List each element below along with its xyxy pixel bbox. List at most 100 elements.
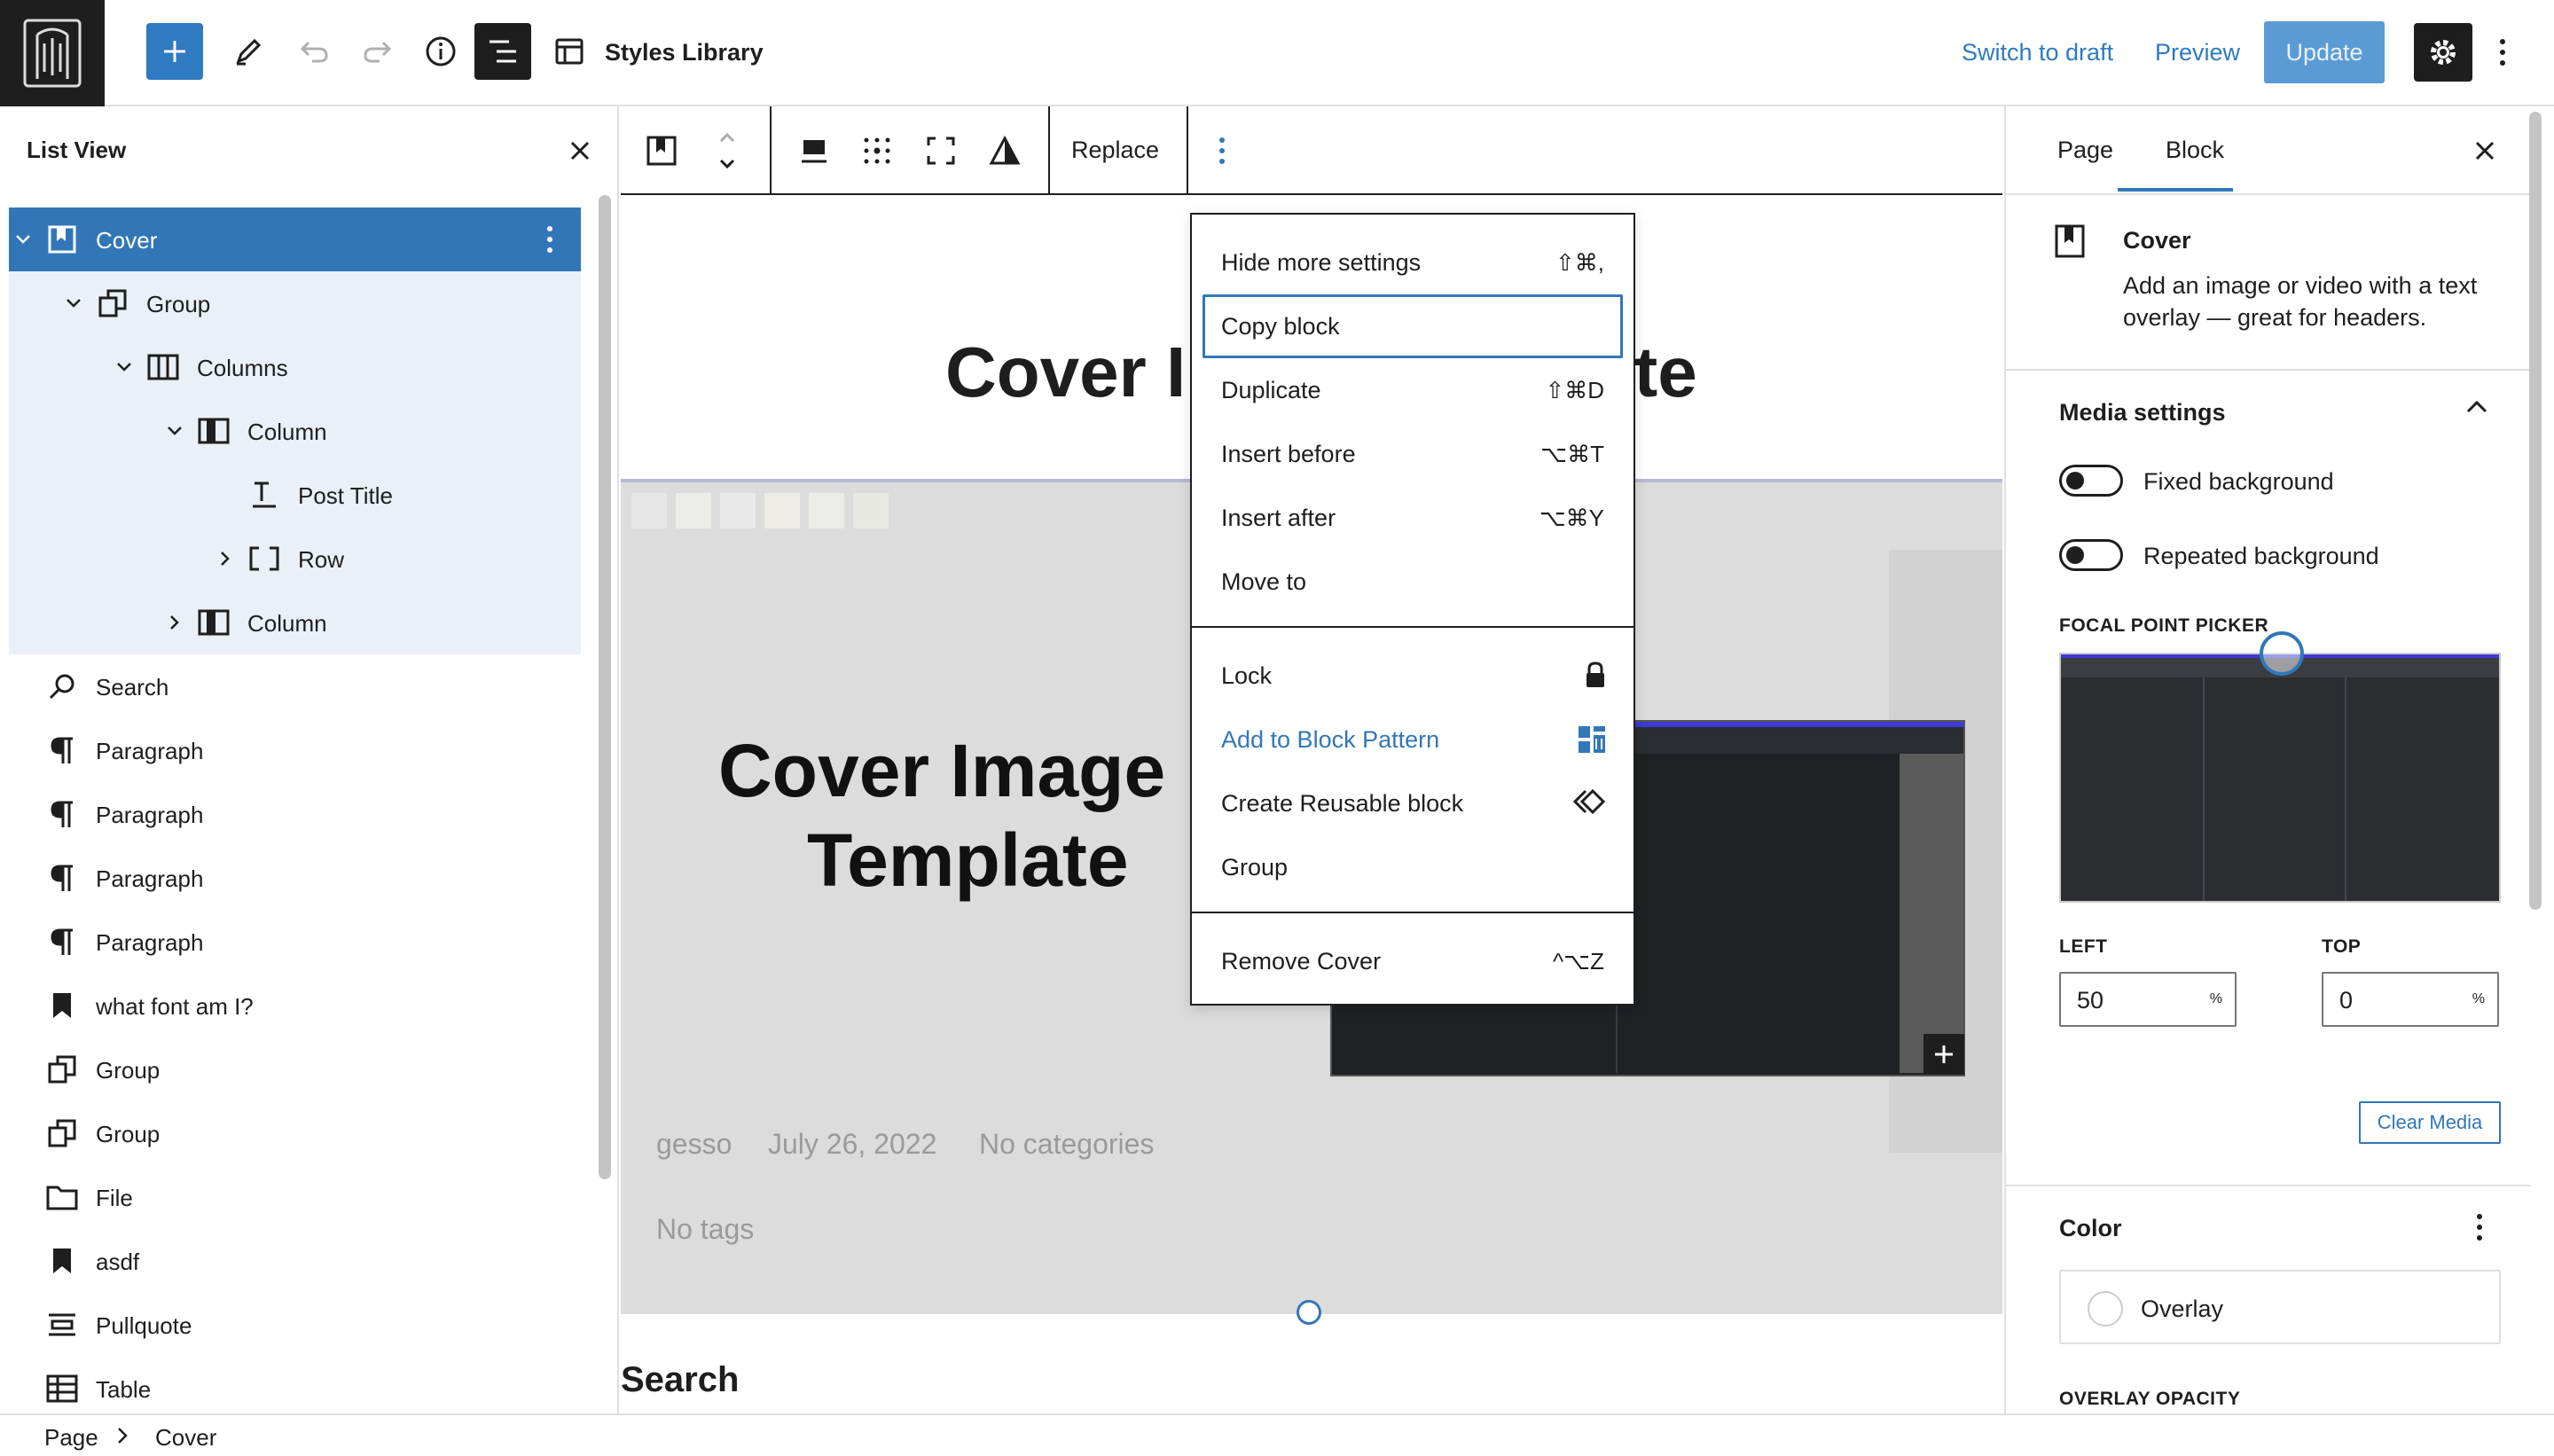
- list-view-item-paragraph[interactable]: Paragraph: [9, 846, 581, 910]
- site-logo[interactable]: [0, 0, 105, 106]
- post-date[interactable]: July 26, 2022: [768, 1128, 936, 1161]
- post-categories[interactable]: No categories: [979, 1128, 1154, 1161]
- fixed-background-toggle[interactable]: [2059, 465, 2123, 497]
- focal-top-input[interactable]: 0 %: [2322, 972, 2499, 1027]
- tab-page[interactable]: Page: [2057, 137, 2113, 164]
- document-title[interactable]: Styles Library: [605, 39, 764, 67]
- clear-media-button[interactable]: Clear Media: [2359, 1101, 2501, 1144]
- update-button[interactable]: Update: [2264, 21, 2385, 83]
- search-block-heading[interactable]: Search: [621, 1360, 739, 1400]
- menu-item-duplicate[interactable]: Duplicate ⇧⌘D: [1192, 358, 1633, 422]
- list-view-item-cover[interactable]: Cover: [9, 207, 581, 271]
- list-view-item-asdf[interactable]: asdf: [9, 1229, 581, 1293]
- block-options-button[interactable]: [1199, 128, 1245, 174]
- move-block-button[interactable]: [704, 128, 750, 174]
- close-icon: [570, 141, 590, 160]
- breadcrumb-page[interactable]: Page: [44, 1424, 98, 1452]
- tab-block[interactable]: Block: [2166, 137, 2224, 164]
- block-type-button[interactable]: [638, 128, 685, 174]
- list-view-button[interactable]: [474, 23, 531, 80]
- overlay-color-button[interactable]: Overlay: [2059, 1270, 2501, 1344]
- item-options-button[interactable]: [546, 225, 553, 260]
- list-view-item-paragraph[interactable]: Paragraph: [9, 782, 581, 846]
- focal-point-preview[interactable]: [2059, 653, 2501, 903]
- post-author[interactable]: gesso: [656, 1128, 732, 1161]
- settings-scrollbar[interactable]: [2529, 112, 2542, 910]
- list-view-item-column[interactable]: Column: [9, 399, 581, 463]
- post-tags[interactable]: No tags: [656, 1213, 754, 1246]
- lock-icon: [1584, 661, 1607, 695]
- more-vertical-icon: [1219, 137, 1225, 164]
- close-list-view-button[interactable]: [564, 135, 596, 167]
- breadcrumb-current[interactable]: Cover: [155, 1424, 216, 1452]
- chevron-down-icon[interactable]: [11, 227, 35, 252]
- menu-item-create-reusable-block[interactable]: Create Reusable block: [1192, 771, 1633, 835]
- undo-button[interactable]: [286, 23, 342, 80]
- focal-left-unit: %: [2209, 991, 2222, 1006]
- color-options-button[interactable]: [2476, 1213, 2483, 1246]
- list-view-item-file[interactable]: File: [9, 1165, 581, 1229]
- cover-heading-line-2[interactable]: Template: [807, 818, 1129, 904]
- list-view-item-row[interactable]: Row: [9, 527, 581, 591]
- menu-item-move-to[interactable]: Move to: [1192, 550, 1633, 614]
- list-view-scrollbar[interactable]: [599, 195, 611, 1179]
- menu-item-group[interactable]: Group: [1192, 835, 1633, 899]
- chevron-down-icon[interactable]: [162, 419, 187, 443]
- options-button[interactable]: [2483, 23, 2522, 82]
- settings-sidebar: Page Block Cover Add an image or video w…: [2004, 106, 2554, 1413]
- switch-to-draft-button[interactable]: Switch to draft: [1962, 39, 2113, 67]
- list-view-item-post-title[interactable]: Post Title: [9, 463, 581, 527]
- focal-left-value: 50: [2077, 987, 2104, 1014]
- details-button[interactable]: [412, 23, 469, 80]
- list-view-item-search[interactable]: Search: [9, 654, 581, 718]
- chevron-down-icon[interactable]: [112, 355, 137, 380]
- menu-item-remove-cover[interactable]: Remove Cover ^⌥Z: [1192, 929, 1633, 993]
- menu-item-hide-more-settings[interactable]: Hide more settings ⇧⌘,: [1192, 231, 1633, 294]
- list-view-item-paragraph[interactable]: Paragraph: [9, 910, 581, 974]
- list-view-item-table[interactable]: Table: [9, 1357, 581, 1413]
- collapse-panel-button[interactable]: [2465, 399, 2488, 419]
- cover-heading-line-1[interactable]: Cover Image: [718, 724, 1165, 818]
- menu-item-lock[interactable]: Lock: [1192, 644, 1633, 708]
- replace-media-button[interactable]: Replace: [1071, 137, 1159, 164]
- template-button[interactable]: [541, 23, 598, 80]
- list-view-item-group[interactable]: Group: [9, 1101, 581, 1165]
- inserter-button[interactable]: [1923, 1034, 1964, 1075]
- duotone-icon: [989, 135, 1021, 165]
- plus-icon: [164, 41, 185, 62]
- menu-item-insert-before[interactable]: Insert before ⌥⌘T: [1192, 422, 1633, 486]
- menu-item-label: Hide more settings: [1221, 248, 1422, 276]
- repeated-background-toggle[interactable]: [2059, 539, 2123, 571]
- list-view-item-paragraph[interactable]: Paragraph: [9, 718, 581, 782]
- focal-point-handle[interactable]: [2260, 631, 2304, 676]
- menu-item-label: Remove Cover: [1221, 947, 1382, 975]
- chevron-down-icon[interactable]: [61, 291, 86, 316]
- focal-left-input[interactable]: 50 %: [2059, 972, 2237, 1027]
- color-panel-heading: Color: [2059, 1215, 2122, 1241]
- content-position-button[interactable]: [791, 128, 837, 174]
- paragraph-icon: [46, 734, 78, 766]
- list-view-item-group[interactable]: Group: [9, 1037, 581, 1101]
- plus-icon: [1935, 1045, 1953, 1063]
- list-view-item-pullquote[interactable]: Pullquote: [9, 1293, 581, 1357]
- menu-item-add-to-block-pattern[interactable]: Add to Block Pattern: [1192, 708, 1633, 771]
- media-settings-heading[interactable]: Media settings: [2059, 399, 2226, 427]
- list-view-item-what-font-am-i[interactable]: what font am I?: [9, 974, 581, 1037]
- preview-button[interactable]: Preview: [2155, 39, 2240, 67]
- chevron-right-icon[interactable]: [162, 610, 187, 635]
- settings-button[interactable]: [2414, 23, 2472, 82]
- list-view-item-column[interactable]: Column: [9, 591, 581, 654]
- matrix-alignment-button[interactable]: [854, 128, 900, 174]
- add-block-button[interactable]: [146, 23, 203, 80]
- full-height-button[interactable]: [918, 128, 964, 174]
- tools-button[interactable]: [220, 23, 277, 80]
- list-view-item-columns[interactable]: Columns: [9, 335, 581, 399]
- duotone-button[interactable]: [982, 128, 1028, 174]
- close-settings-button[interactable]: [2467, 133, 2503, 168]
- redo-button[interactable]: [349, 23, 406, 80]
- menu-item-insert-after[interactable]: Insert after ⌥⌘Y: [1192, 486, 1633, 550]
- resize-handle[interactable]: [1297, 1300, 1321, 1325]
- list-view-item-group[interactable]: Group: [9, 271, 581, 335]
- chevron-right-icon[interactable]: [213, 546, 238, 571]
- menu-item-copy-block[interactable]: Copy block: [1203, 294, 1623, 358]
